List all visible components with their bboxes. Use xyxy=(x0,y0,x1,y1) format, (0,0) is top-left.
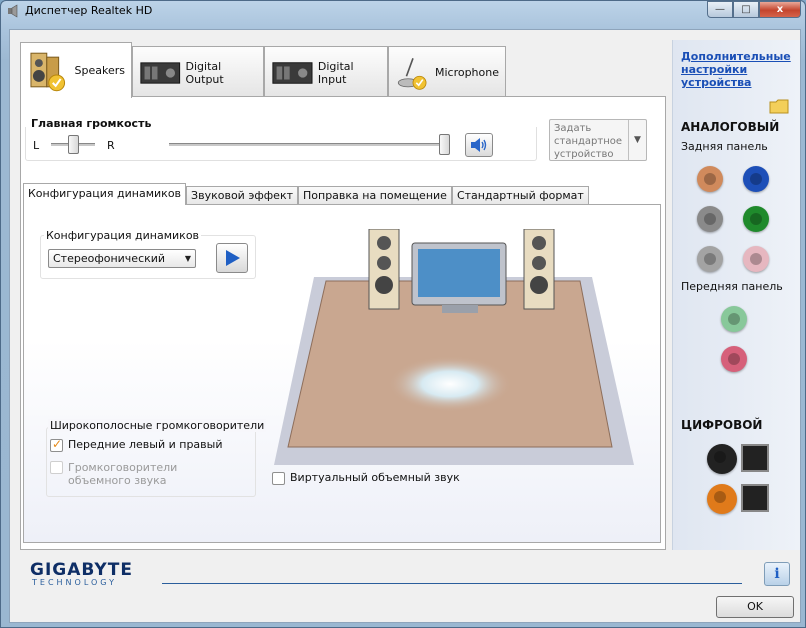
client-area: Speakers Digital Output Digital Input Mi… xyxy=(9,29,801,623)
ok-button[interactable]: OK xyxy=(716,596,794,618)
tab-sound-effect[interactable]: Звуковой эффект xyxy=(186,186,298,205)
speaker-config-panel: Конфигурация динамиков Стереофонический … xyxy=(23,204,661,543)
main-panel: Speakers Digital Output Digital Input Mi… xyxy=(20,40,670,558)
virtual-surround-label: Виртуальный объемный звук xyxy=(290,471,460,484)
rear-jack-orange[interactable] xyxy=(697,166,723,192)
front-jack-pink[interactable] xyxy=(721,346,747,372)
close-button[interactable]: x xyxy=(759,1,801,18)
rear-jack-blue[interactable] xyxy=(743,166,769,192)
tab-digital-input-label: Digital Input xyxy=(317,59,354,86)
chevron-down-icon: ▼ xyxy=(184,254,191,263)
tab-microphone-label: Microphone xyxy=(434,66,499,79)
speaker-room-illustration xyxy=(274,229,634,465)
speaker-config-group-label: Конфигурация динамиков xyxy=(44,229,202,242)
optical-spdif-icon-2[interactable] xyxy=(741,484,769,512)
rear-jack-green[interactable] xyxy=(743,206,769,232)
tab-digital-output[interactable]: Digital Output xyxy=(132,46,264,98)
info-button[interactable]: i xyxy=(764,562,790,586)
tab-speakers[interactable]: Speakers xyxy=(20,42,132,98)
wideband-speakers-group-label: Широкополосные громкоговорители xyxy=(48,419,267,432)
gigabyte-logo: GIGABYTE TECHNOLOGY xyxy=(30,560,133,587)
tab-default-format[interactable]: Стандартный формат xyxy=(451,186,589,205)
play-icon xyxy=(226,250,240,266)
right-speaker-icon xyxy=(523,229,555,310)
brand-name: GIGABYTE xyxy=(30,560,133,580)
folder-icon[interactable] xyxy=(769,98,789,114)
app-window: Диспетчер Realtek HD — □ x Speakers Digi… xyxy=(0,0,806,628)
chevron-down-icon: ▼ xyxy=(628,120,646,160)
window-title: Диспетчер Realtek HD xyxy=(25,4,153,17)
digital-coax-jack[interactable] xyxy=(707,444,737,474)
speaker-config-value: Стереофонический xyxy=(53,252,166,265)
rear-jack-pink[interactable] xyxy=(743,246,769,272)
microphone-icon xyxy=(397,57,427,90)
balance-right-label: R xyxy=(107,139,115,152)
surround-speakers-checkbox[interactable] xyxy=(50,461,63,474)
front-lr-label: Передние левый и правый xyxy=(68,438,223,451)
volume-slider-thumb[interactable] xyxy=(439,134,450,155)
set-default-device-button[interactable]: Задать стандартное устройство ▼ xyxy=(549,119,647,161)
title-bar: Диспетчер Realtek HD — □ x xyxy=(1,1,806,21)
balance-slider-thumb[interactable] xyxy=(68,135,79,154)
play-test-button[interactable] xyxy=(216,243,248,273)
rear-jack-silver[interactable] xyxy=(697,246,723,272)
speaker-volume-icon xyxy=(471,138,487,152)
connector-panel: Дополнительные настройки устройства АНАЛ… xyxy=(672,40,800,550)
main-volume-title: Главная громкость xyxy=(31,117,152,130)
surround-speakers-label: Громкоговорители объемного звука xyxy=(68,461,178,487)
left-speaker-icon xyxy=(368,229,400,310)
volume-slider-track[interactable] xyxy=(169,143,445,146)
speaker-sub-tabs: Конфигурация динамиков Звуковой эффект П… xyxy=(23,183,589,205)
speakers-tab-body: Главная громкость L R Задать стандартное… xyxy=(20,96,666,550)
mute-button[interactable] xyxy=(465,133,493,157)
divider xyxy=(162,583,742,584)
tab-digital-output-label: Digital Output xyxy=(185,59,224,86)
analog-heading: АНАЛОГОВЫЙ xyxy=(681,120,780,134)
speakers-icon xyxy=(30,52,66,91)
digital-output-icon xyxy=(140,61,181,84)
tab-digital-input[interactable]: Digital Input xyxy=(264,46,388,98)
maximize-button[interactable]: □ xyxy=(733,1,759,18)
info-icon: i xyxy=(774,566,780,582)
set-default-device-label: Задать стандартное устройство xyxy=(554,123,623,160)
rear-panel-label: Задняя панель xyxy=(681,140,768,153)
front-panel-label: Передняя панель xyxy=(681,280,783,293)
digital-input-icon xyxy=(272,61,313,84)
balance-left-label: L xyxy=(33,139,40,152)
digital-heading: ЦИФРОВОЙ xyxy=(681,418,763,432)
front-jack-green[interactable] xyxy=(721,306,747,332)
tab-speakers-label: Speakers xyxy=(74,64,125,77)
virtual-surround-checkbox[interactable] xyxy=(272,472,285,485)
front-lr-checkbox[interactable] xyxy=(50,437,63,452)
app-speaker-icon xyxy=(8,4,18,18)
tab-microphone[interactable]: Microphone xyxy=(388,46,506,98)
optical-spdif-icon[interactable] xyxy=(741,444,769,472)
monitor-icon xyxy=(411,242,507,313)
advanced-device-settings-link[interactable]: Дополнительные настройки устройства xyxy=(681,50,793,89)
device-tabs: Speakers Digital Output Digital Input Mi… xyxy=(20,42,506,98)
speaker-config-select[interactable]: Стереофонический ▼ xyxy=(48,249,196,268)
tab-speaker-config[interactable]: Конфигурация динамиков xyxy=(23,183,187,205)
digital-coax-jack-orange[interactable] xyxy=(707,484,737,514)
rear-jack-gray[interactable] xyxy=(697,206,723,232)
minimize-button[interactable]: — xyxy=(707,1,733,18)
tab-room-correction[interactable]: Поправка на помещение xyxy=(298,186,452,205)
